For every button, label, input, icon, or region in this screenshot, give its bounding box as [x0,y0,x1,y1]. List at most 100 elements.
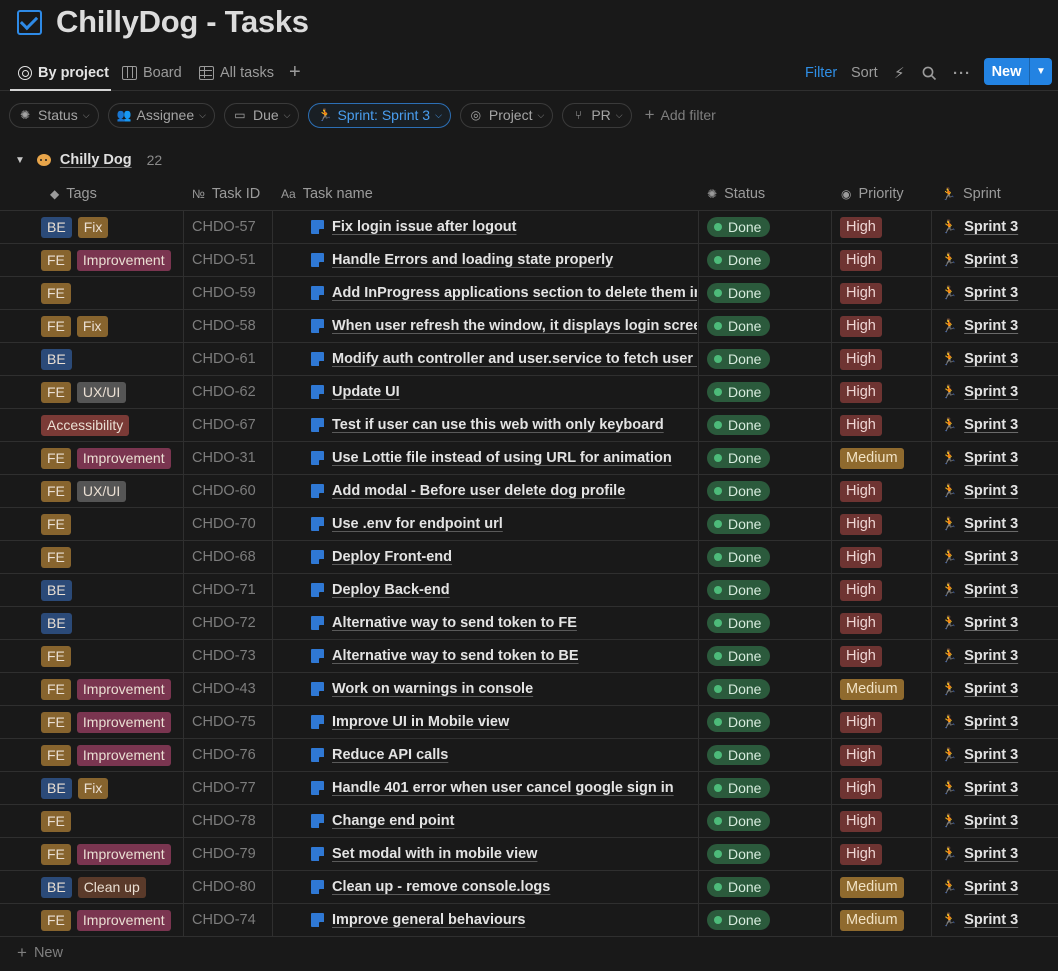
task-name-cell[interactable]: Use Lottie file instead of using URL for… [311,442,697,474]
table-row[interactable]: FE Improvement CHDO-31 Use Lottie file inst… [0,442,1058,475]
sprint-cell[interactable]: 🏃 Sprint 3 [941,508,1018,540]
new-button[interactable]: New ▼ [984,58,1052,85]
priority-cell[interactable]: High [840,805,882,837]
priority-cell[interactable]: High [840,541,882,573]
tags-cell[interactable]: BE [41,343,72,375]
priority-cell[interactable]: High [840,277,882,309]
tags-cell[interactable]: FE UX/UI [41,475,127,507]
sprint-cell[interactable]: 🏃 Sprint 3 [941,409,1018,441]
sprint-cell[interactable]: 🏃 Sprint 3 [941,376,1018,408]
table-row[interactable]: FE Improvement CHDO-75 Improve UI in Mobile… [0,706,1058,739]
priority-cell[interactable]: Medium [840,442,904,474]
sprint-link[interactable]: Sprint 3 [964,582,1018,598]
sprint-link[interactable]: Sprint 3 [964,912,1018,928]
sprint-cell[interactable]: 🏃 Sprint 3 [941,442,1018,474]
task-name-cell[interactable]: Test if user can use this web with only … [311,409,697,441]
priority-cell[interactable]: High [840,607,882,639]
task-name-link[interactable]: Alternative way to send token to BE [332,648,579,664]
priority-cell[interactable]: High [840,739,882,771]
priority-cell[interactable]: High [840,574,882,606]
priority-cell[interactable]: Medium [840,904,904,936]
sprint-cell[interactable]: 🏃 Sprint 3 [941,211,1018,243]
status-cell[interactable]: Done [707,739,771,771]
sprint-link[interactable]: Sprint 3 [964,879,1018,895]
sprint-link[interactable]: Sprint 3 [964,813,1018,829]
status-cell[interactable]: Done [707,343,771,375]
filter-button[interactable]: Filter [805,62,837,84]
table-row[interactable]: FE Improvement CHDO-51 Handle Errors and lo… [0,244,1058,277]
priority-cell[interactable]: High [840,409,882,441]
priority-cell[interactable]: High [840,772,882,804]
task-name-cell[interactable]: Alternative way to send token to BE [311,640,697,672]
status-cell[interactable]: Done [707,541,771,573]
tags-cell[interactable]: FE Fix [41,310,108,342]
table-row[interactable]: FE CHDO-73 Alternative way to send token t… [0,640,1058,673]
status-cell[interactable]: Done [707,310,771,342]
table-row[interactable]: FE CHDO-59 Add InProgress applications sec… [0,277,1058,310]
status-cell[interactable]: Done [707,871,771,903]
tags-cell[interactable]: BE Fix [41,772,109,804]
task-name-cell[interactable]: Add modal - Before user delete dog profi… [311,475,697,507]
sprint-cell[interactable]: 🏃 Sprint 3 [941,607,1018,639]
chevron-down-icon[interactable]: ▼ [1030,66,1052,77]
filter-status[interactable]: ✺ Status ⌵ [9,102,99,128]
status-cell[interactable]: Done [707,244,771,276]
sprint-link[interactable]: Sprint 3 [964,516,1018,532]
table-row[interactable]: Accessibility CHDO-67 Test if user can use… [0,409,1058,442]
column-header-tags[interactable]: ◆ Tags [50,178,97,210]
task-name-link[interactable]: Test if user can use this web with only … [332,417,664,433]
automation-icon[interactable]: ⚡ [894,62,905,84]
task-name-cell[interactable]: Handle 401 error when user cancel google… [311,772,697,804]
tags-cell[interactable]: Accessibility [41,409,130,441]
column-header-status[interactable]: ✺ Status [707,178,765,210]
tags-cell[interactable]: BE Clean up [41,871,146,903]
table-row[interactable]: FE Improvement CHDO-74 Improve general beha… [0,904,1058,937]
task-name-cell[interactable]: Update UI [311,376,697,408]
table-row[interactable]: FE CHDO-78 Change end point Done High 🏃 Sprint… [0,805,1058,838]
status-cell[interactable]: Done [707,673,771,705]
task-name-link[interactable]: Use .env for endpoint url [332,516,503,532]
tags-cell[interactable]: FE Improvement [41,904,171,936]
task-name-link[interactable]: Deploy Back-end [332,582,450,598]
sprint-cell[interactable]: 🏃 Sprint 3 [941,244,1018,276]
group-header[interactable]: ▼ Chilly Dog 22 [15,150,162,170]
priority-cell[interactable]: Medium [840,673,904,705]
priority-cell[interactable]: High [840,310,882,342]
task-name-cell[interactable]: Set modal with in mobile view [311,838,697,870]
table-row[interactable]: FE Improvement CHDO-79 Set modal with in mo… [0,838,1058,871]
task-name-link[interactable]: Modify auth controller and user.service … [332,351,697,367]
table-row[interactable]: FE UX/UI CHDO-60 Add modal - Before user de… [0,475,1058,508]
status-cell[interactable]: Done [707,904,771,936]
task-name-cell[interactable]: When user refresh the window, it display… [311,310,697,342]
status-cell[interactable]: Done [707,409,771,441]
sprint-cell[interactable]: 🏃 Sprint 3 [941,574,1018,606]
task-name-link[interactable]: Fix login issue after logout [332,219,517,235]
filter-due[interactable]: ▭ Due ⌵ [223,102,300,128]
task-name-cell[interactable]: Use .env for endpoint url [311,508,697,540]
tags-cell[interactable]: FE Improvement [41,706,171,738]
tags-cell[interactable]: FE Improvement [41,442,171,474]
sprint-link[interactable]: Sprint 3 [964,450,1018,466]
status-cell[interactable]: Done [707,211,771,243]
task-name-link[interactable]: Work on warnings in console [332,681,533,697]
sprint-link[interactable]: Sprint 3 [964,780,1018,796]
sprint-link[interactable]: Sprint 3 [964,714,1018,730]
task-name-link[interactable]: Set modal with in mobile view [332,846,537,862]
task-name-link[interactable]: Improve general behaviours [332,912,525,928]
table-row[interactable]: BE Fix CHDO-77 Handle 401 error when user c… [0,772,1058,805]
status-cell[interactable]: Done [707,475,771,507]
table-row[interactable]: FE Improvement CHDO-76 Reduce API calls Done… [0,739,1058,772]
table-row[interactable]: BE CHDO-71 Deploy Back-end Done High 🏃 Sprint … [0,574,1058,607]
sprint-cell[interactable]: 🏃 Sprint 3 [941,772,1018,804]
tags-cell[interactable]: FE Improvement [41,739,171,771]
sprint-link[interactable]: Sprint 3 [964,846,1018,862]
task-name-link[interactable]: Add InProgress applications section to d… [332,285,697,301]
sprint-link[interactable]: Sprint 3 [964,384,1018,400]
priority-cell[interactable]: High [840,376,882,408]
sprint-link[interactable]: Sprint 3 [964,417,1018,433]
sprint-cell[interactable]: 🏃 Sprint 3 [941,838,1018,870]
sprint-link[interactable]: Sprint 3 [964,252,1018,268]
sprint-link[interactable]: Sprint 3 [964,747,1018,763]
status-cell[interactable]: Done [707,838,771,870]
tags-cell[interactable]: FE [41,508,71,540]
